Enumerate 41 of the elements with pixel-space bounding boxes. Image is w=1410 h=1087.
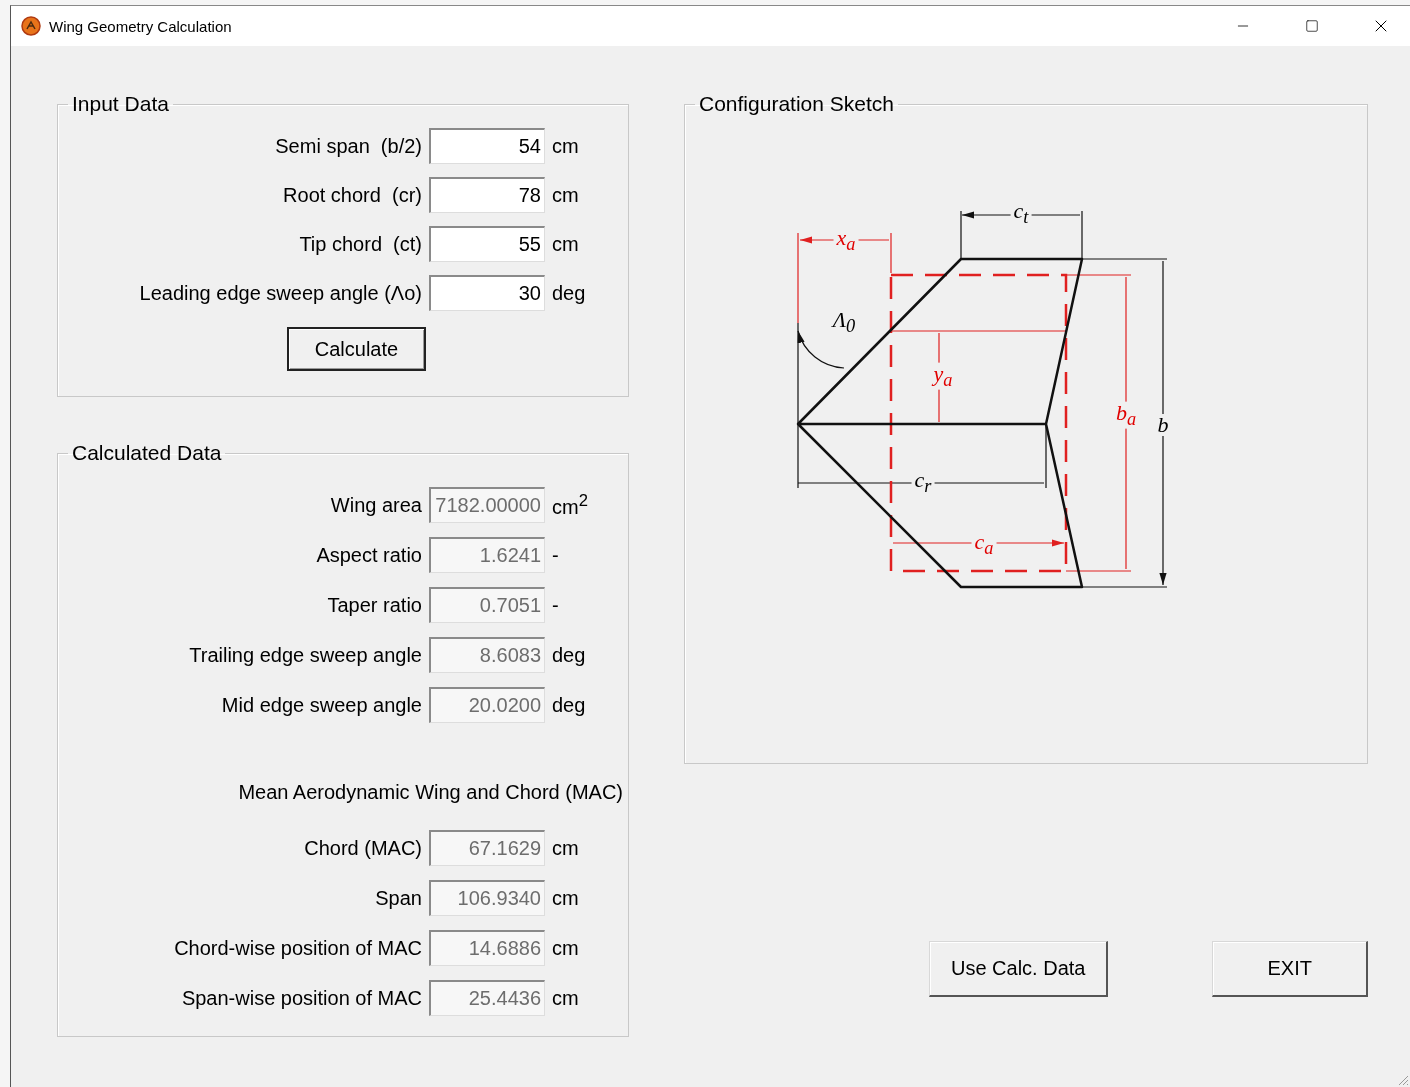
unit-label: -	[552, 543, 560, 567]
calculate-button[interactable]: Calculate	[287, 327, 426, 371]
unit-label: cm	[552, 183, 580, 207]
field-label: Wing area	[329, 493, 422, 517]
window-title: Wing Geometry Calculation	[49, 17, 233, 35]
exit-button[interactable]: EXIT	[1212, 941, 1368, 997]
field-label: Taper ratio	[326, 593, 422, 617]
resize-grip-icon[interactable]	[1397, 1074, 1409, 1086]
value-field[interactable]: 55	[429, 226, 545, 262]
unit-label: cm	[552, 836, 580, 860]
use-calc-data-button[interactable]: Use Calc. Data	[929, 941, 1109, 997]
unit-label: cm	[552, 134, 580, 158]
app-logo-icon	[21, 16, 41, 36]
unit-label: deg	[552, 643, 587, 667]
unit-label: deg	[552, 281, 587, 305]
unit-label: cm	[552, 886, 580, 910]
field-label: Mid edge sweep angle	[220, 693, 422, 717]
panel-title: Configuration Sketch	[698, 92, 895, 116]
field-label: Leading edge sweep angle (Λo)	[138, 281, 422, 305]
unit-label: cm$^{2}$	[552, 491, 589, 519]
maximize-icon[interactable]	[1304, 19, 1319, 33]
unit-label: cm	[552, 936, 580, 960]
panel-title: Input Data	[71, 92, 170, 116]
value-field[interactable]: 54	[429, 128, 545, 164]
unit-label: -	[552, 593, 560, 617]
value-field[interactable]: 78	[429, 177, 545, 213]
field-label: Trailing edge sweep angle	[188, 643, 422, 667]
field-label: Tip chord (ct)	[298, 232, 422, 256]
field-label: Chord (MAC)	[303, 836, 422, 860]
field-label: Semi span (b/2)	[274, 134, 422, 158]
unit-label: deg	[552, 693, 587, 717]
field-label: Aspect ratio	[315, 543, 422, 567]
unit-label: cm	[552, 986, 580, 1010]
field-label: Span-wise position of MAC	[180, 986, 422, 1010]
field-label: Span	[374, 886, 422, 910]
unit-label: cm	[552, 232, 580, 256]
value-field[interactable]: 30	[429, 275, 545, 311]
panel-title: Calculated Data	[71, 441, 223, 465]
field-label: Root chord (cr)	[282, 183, 422, 207]
section-heading: Mean Aerodynamic Wing and Chord (MAC)	[237, 781, 624, 804]
field-label: Chord-wise position of MAC	[173, 936, 422, 960]
